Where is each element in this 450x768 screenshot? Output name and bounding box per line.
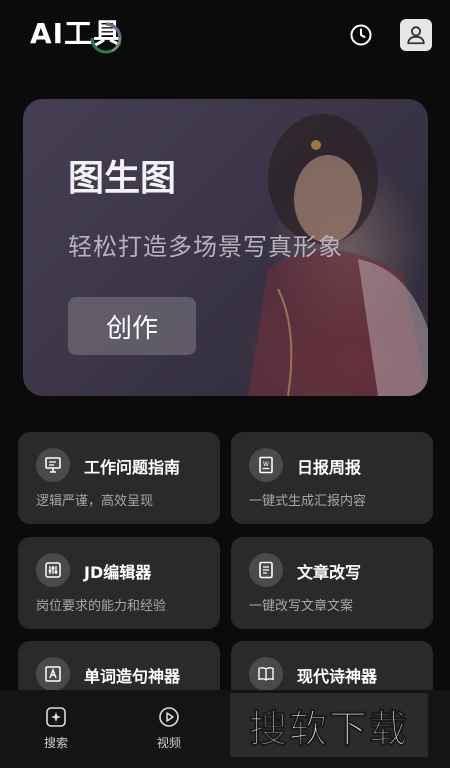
nav-video-label: 视频 [156, 736, 181, 750]
history-button[interactable] [346, 20, 376, 50]
tool-title: 文章改写 [297, 563, 362, 582]
tool-desc: 岗位要求的能力和经验 [36, 599, 167, 614]
word-document-icon: W [249, 448, 283, 482]
letter-a-icon [36, 657, 70, 691]
hero-banner[interactable]: 图生图 轻松打造多场景写真形象 创作 [23, 99, 428, 396]
tool-card-work-guide[interactable]: 工作问题指南 逻辑严谨，高效呈现 [18, 432, 220, 524]
hero-subtitle: 轻松打造多场景写真形象 [68, 233, 343, 261]
tool-desc: 逻辑严谨，高效呈现 [36, 494, 154, 509]
watermark-text: 搜软下载 [248, 706, 409, 751]
document-icon [249, 553, 283, 587]
presentation-icon [36, 448, 70, 482]
top-bar: AI工具 [0, 0, 450, 70]
nav-search-label: 搜索 [43, 736, 68, 750]
tool-card-article-rewrite[interactable]: 文章改写 一键改写文章文案 [231, 537, 433, 629]
svg-text:W: W [263, 461, 269, 468]
hero-title: 图生图 [68, 158, 177, 199]
tool-title: 日报周报 [297, 458, 362, 477]
tool-desc: 一键式生成汇报内容 [249, 494, 367, 509]
nav-search[interactable]: 搜索 [26, 706, 86, 751]
book-icon [249, 657, 283, 691]
search-sparkle-icon [46, 707, 66, 727]
tool-title: JD编辑器 [84, 563, 152, 582]
tool-desc: 一键改写文章文案 [249, 599, 354, 614]
tool-title: 单词造句神器 [84, 667, 181, 686]
tool-card-daily-report[interactable]: W 日报周报 一键式生成汇报内容 [231, 432, 433, 524]
watermark: 搜软下载 [230, 693, 428, 757]
tool-title: 工作问题指南 [84, 458, 181, 477]
tool-card-jd-editor[interactable]: JD编辑器 岗位要求的能力和经验 [18, 537, 220, 629]
logo-ring-icon [90, 22, 122, 54]
nav-video[interactable]: 视频 [139, 706, 199, 751]
play-icon [159, 707, 179, 727]
clock-icon [350, 24, 372, 46]
profile-button[interactable] [400, 19, 432, 51]
sliders-icon [36, 553, 70, 587]
tool-title: 现代诗神器 [297, 667, 378, 686]
create-button[interactable]: 创作 [68, 297, 196, 355]
user-icon [407, 26, 425, 45]
